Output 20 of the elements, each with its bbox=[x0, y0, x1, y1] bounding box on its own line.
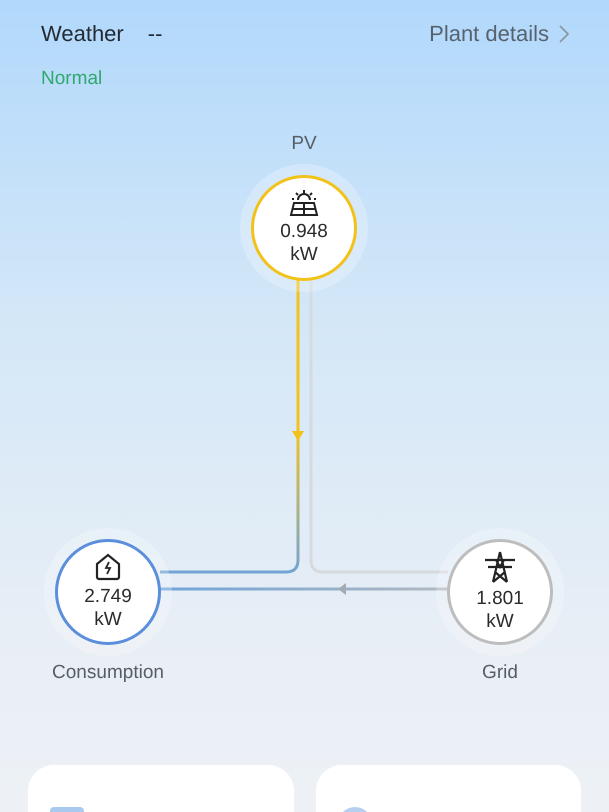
power-value: 1.801 bbox=[476, 588, 524, 610]
solar-panel-icon bbox=[288, 189, 320, 217]
node-label: Grid bbox=[481, 662, 519, 684]
power-value: 0.948 bbox=[280, 221, 328, 243]
weather-label: Weather bbox=[41, 21, 124, 47]
consumption-node[interactable]: 2.749 kW bbox=[55, 539, 161, 645]
grid-node[interactable]: 1.801 kW bbox=[447, 539, 553, 645]
power-unit: kW bbox=[486, 610, 514, 634]
chevron-icon bbox=[559, 25, 569, 43]
power-unit: kW bbox=[290, 243, 318, 267]
house-bolt-icon bbox=[93, 552, 123, 582]
node-label: Consumption bbox=[51, 662, 165, 684]
weather-value: -- bbox=[148, 21, 162, 47]
node-label: PV bbox=[290, 133, 318, 155]
plant-details-link[interactable]: Plant details bbox=[429, 21, 569, 47]
power-value: 2.749 bbox=[84, 586, 132, 608]
status-text: Normal bbox=[41, 68, 104, 90]
power-unit: kW bbox=[94, 608, 122, 632]
power-tower-icon bbox=[483, 550, 517, 584]
pv-node[interactable]: 0.948 kW bbox=[251, 175, 357, 281]
